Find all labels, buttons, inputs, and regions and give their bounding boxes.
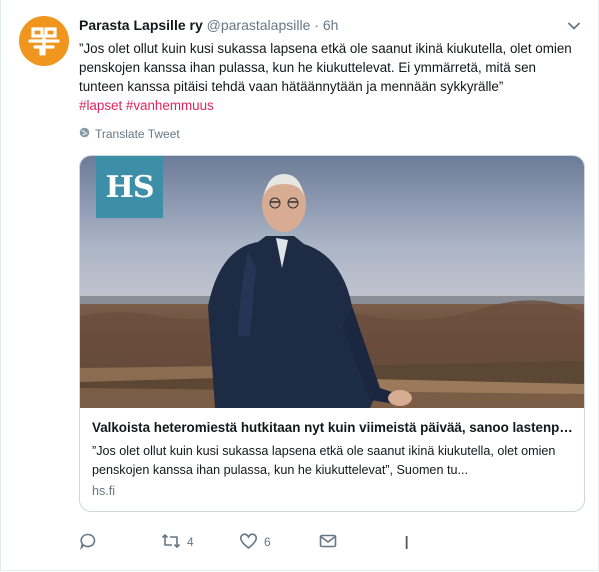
card-title[interactable]: Valkoista heteromiestä hutkitaan nyt kui… (92, 420, 576, 435)
tweet-header: Parasta Lapsille ry @parastalapsille · 6… (79, 17, 338, 33)
retweet-count: 4 (187, 535, 194, 549)
link-card[interactable]: HS Valkoista heteromiestä hutkitaan nyt … (79, 155, 585, 512)
reply-button[interactable] (79, 532, 103, 552)
author-handle[interactable]: @parastalapsille (207, 17, 311, 33)
author-name[interactable]: Parasta Lapsille ry (79, 17, 203, 33)
like-button[interactable]: 6 (239, 532, 271, 552)
message-icon (319, 533, 337, 552)
like-count: 6 (264, 535, 271, 549)
tweet-container: Parasta Lapsille ry @parastalapsille · 6… (0, 0, 599, 571)
hs-logo: HS (96, 156, 163, 218)
direct-message-button[interactable] (319, 532, 337, 552)
avatar-logo (28, 27, 60, 56)
retweet-icon (161, 532, 181, 553)
like-icon (239, 532, 258, 553)
card-description: ”Jos olet ollut kuin kusi sukassa lapsen… (92, 444, 556, 477)
tweet-hashtags[interactable]: #lapset #vanhemmuus (79, 98, 214, 113)
translate-tweet-link[interactable]: Translate Tweet (79, 127, 180, 141)
chevron-down-icon[interactable] (567, 19, 581, 33)
avatar[interactable] (19, 16, 69, 66)
globe-icon (79, 127, 90, 141)
translate-label: Translate Tweet (95, 127, 180, 141)
card-domain: hs.fi (92, 484, 116, 498)
text-cursor-icon: I (404, 533, 410, 554)
card-image: HS (80, 156, 584, 408)
tweet-actions: 4 6 (79, 532, 499, 556)
retweet-button[interactable]: 4 (161, 532, 194, 552)
tweet-text: ”Jos olet ollut kuin kusi sukassa lapsen… (79, 41, 572, 94)
separator-dot: · (314, 17, 319, 33)
reply-icon (79, 532, 97, 553)
tweet-time[interactable]: 6h (323, 17, 339, 33)
